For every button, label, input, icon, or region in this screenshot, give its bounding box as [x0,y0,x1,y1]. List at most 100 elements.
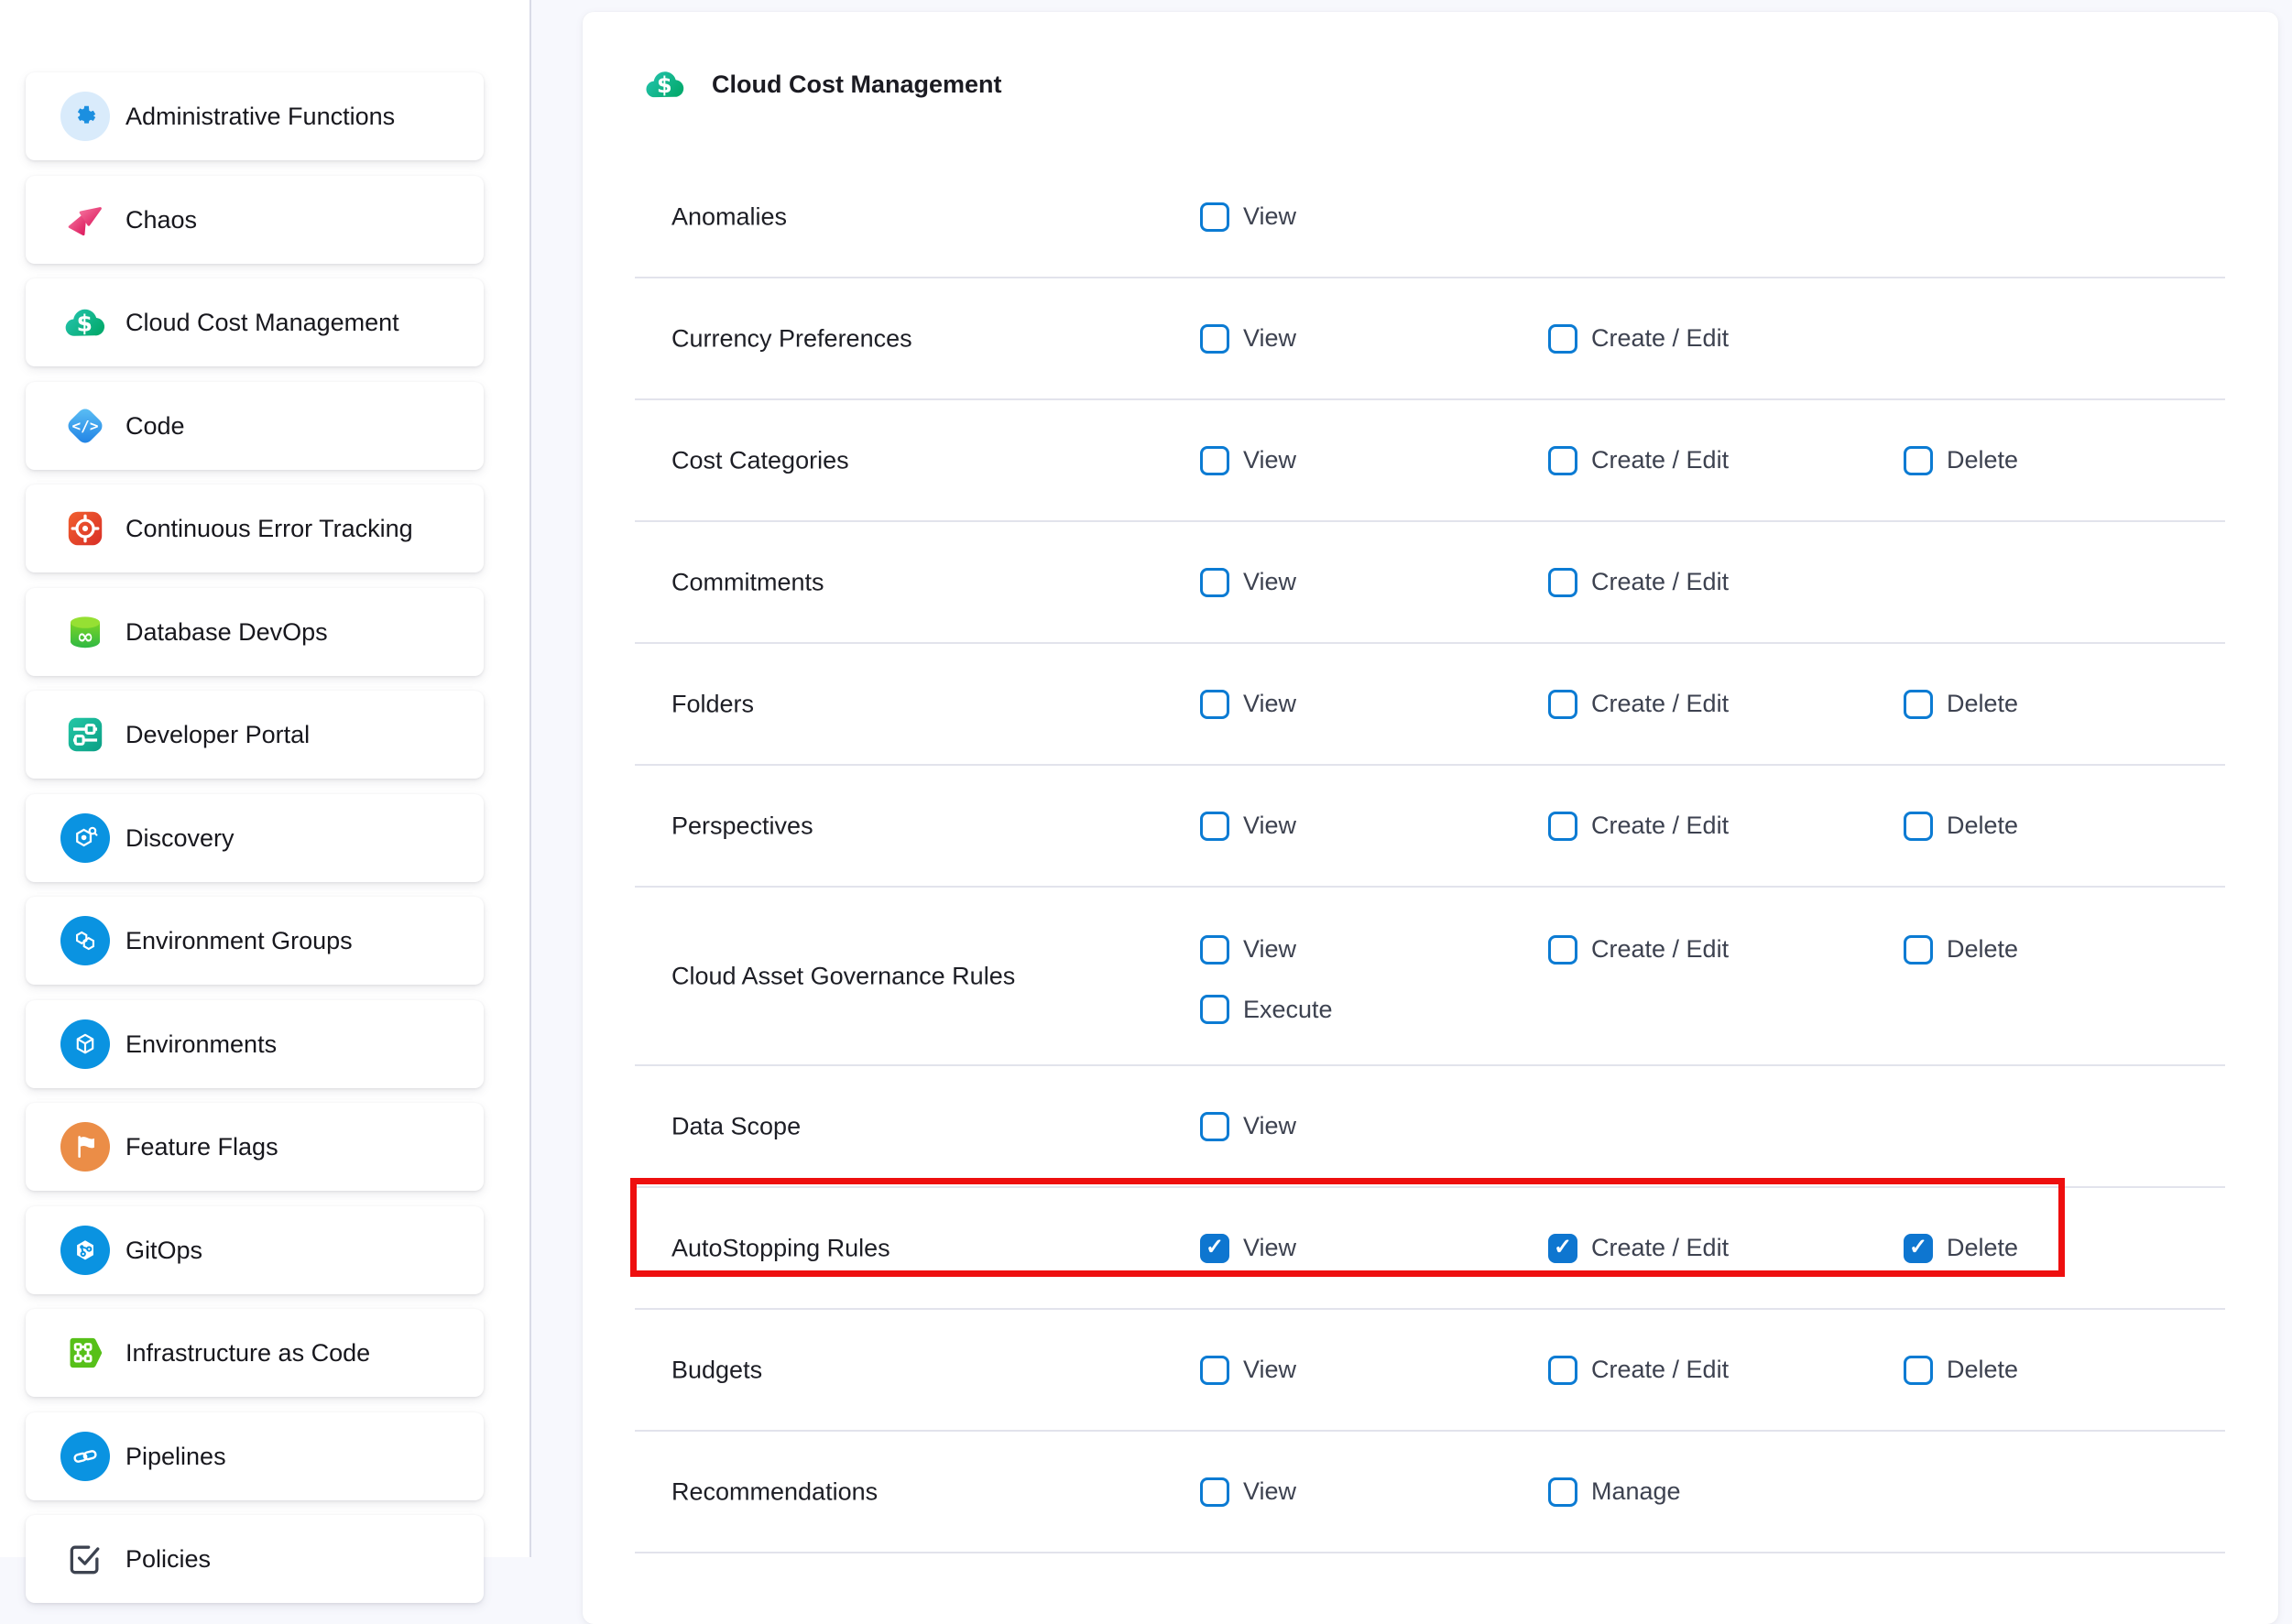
sidebar-item-database-devops[interactable]: ∞ Database DevOps [26,588,484,676]
delete-checkbox[interactable] [1904,1234,1933,1263]
permission-create-edit[interactable]: Create / Edit [1548,935,1729,965]
sidebar-item-code[interactable]: </> Code [26,382,484,470]
view-checkbox[interactable] [1200,324,1229,354]
permission-create-edit[interactable]: Create / Edit [1548,1234,1729,1263]
create-edit-checkbox[interactable] [1548,446,1577,475]
svg-text:$: $ [657,72,672,98]
delete-checkbox[interactable] [1904,812,1933,841]
create-edit-checkbox[interactable] [1548,1356,1577,1385]
chaos-icon [60,195,110,245]
view-checkbox[interactable] [1200,568,1229,597]
resource-label: Recommendations [671,1477,878,1506]
view-checkbox[interactable] [1200,1356,1229,1385]
git-hexagon-icon [60,1226,110,1275]
permission-view[interactable]: View [1200,1112,1296,1141]
permission-execute[interactable]: Execute [1200,995,1333,1024]
create-edit-checkbox[interactable] [1548,812,1577,841]
sidebar-item-label: Continuous Error Tracking [126,515,413,543]
permission-create-edit[interactable]: Create / Edit [1548,812,1729,841]
table-row-cost-categories: Cost Categories View Create / Edit Delet… [635,400,2225,522]
sidebar-item-label: Feature Flags [126,1133,278,1161]
permission-delete[interactable]: Delete [1904,690,2018,719]
permission-delete[interactable]: Delete [1904,1234,2018,1263]
sidebar-item-label: Pipelines [126,1443,226,1471]
resource-label: Cloud Asset Governance Rules [671,962,1015,990]
resource-label: AutoStopping Rules [671,1234,890,1262]
delete-checkbox[interactable] [1904,1356,1933,1385]
permission-view[interactable]: View [1200,935,1296,965]
permission-view[interactable]: View [1200,202,1296,232]
view-checkbox[interactable] [1200,812,1229,841]
create-edit-checkbox[interactable] [1548,690,1577,719]
resource-label: Folders [671,690,754,718]
hexagon-group-icon [60,916,110,965]
sidebar-item-label: GitOps [126,1237,202,1265]
view-checkbox[interactable] [1200,1234,1229,1263]
resource-label: Anomalies [671,202,787,231]
delete-checkbox[interactable] [1904,446,1933,475]
sidebar-item-label: Database DevOps [126,618,328,647]
table-row-currency-preferences: Currency Preferences View Create / Edit [635,278,2225,400]
view-checkbox[interactable] [1200,202,1229,232]
sidebar-item-label: Environments [126,1030,277,1059]
permission-view[interactable]: View [1200,446,1296,475]
create-edit-checkbox[interactable] [1548,324,1577,354]
sidebar-item-chaos[interactable]: Chaos [26,176,484,264]
permission-view[interactable]: View [1200,568,1296,597]
delete-checkbox[interactable] [1904,935,1933,965]
permission-view[interactable]: View [1200,1234,1296,1263]
cube-icon [60,1019,110,1069]
sidebar-item-label: Discovery [126,824,235,853]
sidebar-item-developer-portal[interactable]: Developer Portal [26,691,484,779]
view-checkbox[interactable] [1200,1112,1229,1141]
sidebar-item-environment-groups[interactable]: Environment Groups [26,897,484,985]
sidebar-item-continuous-error-tracking[interactable]: Continuous Error Tracking [26,485,484,572]
table-row-perspectives: Perspectives View Create / Edit Delete [635,766,2225,888]
database-icon: ∞ [60,607,110,657]
sidebar-item-environments[interactable]: Environments [26,1000,484,1088]
permission-delete[interactable]: Delete [1904,1356,2018,1385]
cloud-cost-management-icon: $ [642,61,688,107]
sidebar-item-infrastructure-as-code[interactable]: Infrastructure as Code [26,1309,484,1397]
create-edit-checkbox[interactable] [1548,935,1577,965]
create-edit-checkbox[interactable] [1548,1234,1577,1263]
permission-view[interactable]: View [1200,812,1296,841]
sidebar-item-gitops[interactable]: GitOps [26,1206,484,1294]
permission-view[interactable]: View [1200,1356,1296,1385]
permission-delete[interactable]: Delete [1904,446,2018,475]
sidebar-item-policies[interactable]: Policies [26,1515,484,1603]
modules-sidebar: Administrative Functions Chaos $ Cloud C… [0,0,531,1557]
permission-create-edit[interactable]: Create / Edit [1548,568,1729,597]
delete-checkbox[interactable] [1904,690,1933,719]
permission-view[interactable]: View [1200,324,1296,354]
permission-create-edit[interactable]: Create / Edit [1548,324,1729,354]
permissions-panel: $ Cloud Cost Management Anomalies View C… [583,12,2278,1624]
permission-manage[interactable]: Manage [1548,1477,1681,1507]
view-checkbox[interactable] [1200,935,1229,965]
view-checkbox[interactable] [1200,690,1229,719]
circuit-banner-icon [60,1328,110,1378]
table-row-recommendations: Recommendations View Manage [635,1432,2225,1553]
permission-view[interactable]: View [1200,690,1296,719]
permission-delete[interactable]: Delete [1904,935,2018,965]
view-checkbox[interactable] [1200,1477,1229,1507]
create-edit-checkbox[interactable] [1548,568,1577,597]
permission-delete[interactable]: Delete [1904,812,2018,841]
sidebar-item-feature-flags[interactable]: Feature Flags [26,1103,484,1191]
permission-view[interactable]: View [1200,1477,1296,1507]
sidebar-item-label: Chaos [126,206,197,234]
checkbox-check-icon [60,1534,110,1584]
execute-checkbox[interactable] [1200,995,1229,1024]
sidebar-item-cloud-cost-management[interactable]: $ Cloud Cost Management [26,278,484,366]
sidebar-item-administrative-functions[interactable]: Administrative Functions [26,72,484,160]
permission-create-edit[interactable]: Create / Edit [1548,690,1729,719]
permission-create-edit[interactable]: Create / Edit [1548,446,1729,475]
manage-checkbox[interactable] [1548,1477,1577,1507]
permission-create-edit[interactable]: Create / Edit [1548,1356,1729,1385]
table-row-cloud-asset-governance-rules: Cloud Asset Governance Rules View Create… [635,888,2225,1066]
sidebar-item-pipelines[interactable]: Pipelines [26,1412,484,1500]
view-checkbox[interactable] [1200,446,1229,475]
flag-icon [60,1122,110,1172]
sidebar-item-discovery[interactable]: Discovery [26,794,484,882]
table-row-autostopping-rules: AutoStopping Rules View Create / Edit De… [635,1188,2225,1310]
